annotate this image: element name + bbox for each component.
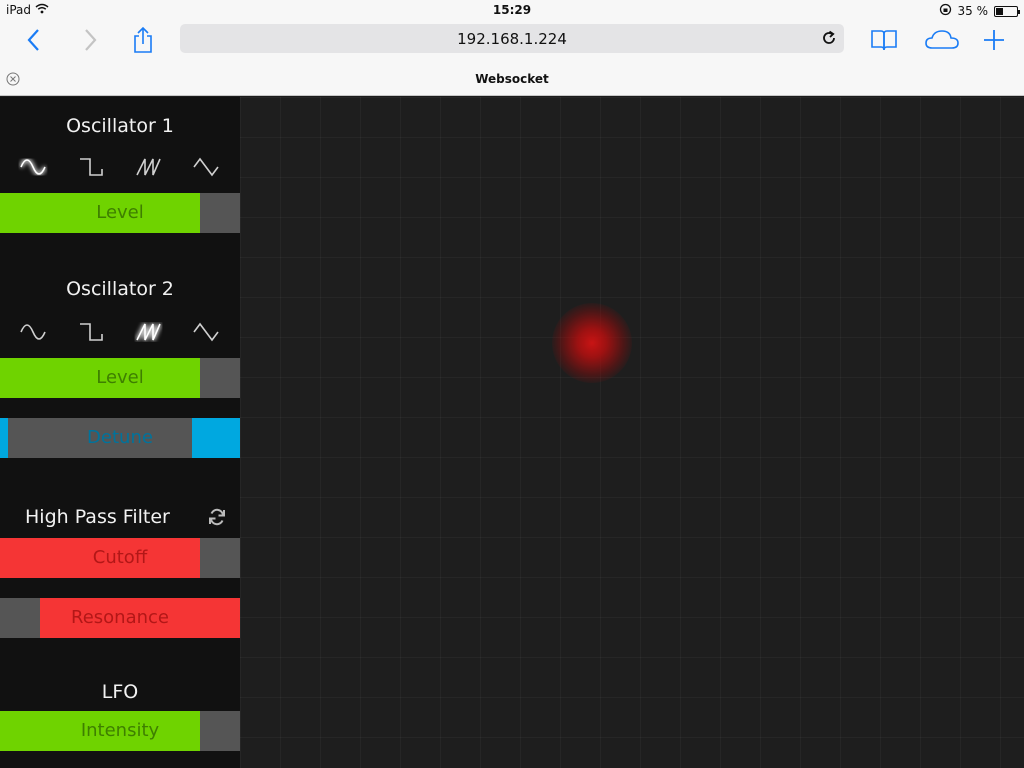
refresh-icon: [209, 508, 225, 526]
new-tab-button[interactable]: [978, 24, 1010, 56]
reload-icon[interactable]: [820, 29, 838, 47]
status-bar: iPad 15:29 35 %: [0, 0, 1024, 20]
osc2-detune-slider[interactable]: Detune: [0, 418, 240, 458]
lfo-intensity-slider[interactable]: Intensity: [0, 711, 240, 751]
tab-strip: Websocket: [0, 60, 1024, 96]
hpf-reset-button[interactable]: [206, 506, 228, 528]
chevron-left-icon: [27, 29, 39, 51]
forward-button[interactable]: [74, 24, 106, 56]
url-text: 192.168.1.224: [457, 29, 567, 48]
chevron-right-icon: [85, 29, 97, 51]
battery-icon: [994, 5, 1020, 17]
slider-label: Intensity: [80, 720, 160, 741]
browser-toolbar: 192.168.1.224: [0, 20, 1024, 60]
lfo-title: LFO: [101, 681, 139, 703]
slider-label: Resonance: [71, 607, 169, 628]
osc2-sawtooth-wave-icon[interactable]: [130, 314, 166, 350]
osc1-waveform-selector: [0, 149, 240, 185]
battery-percent: 35 %: [957, 4, 989, 18]
osc2-triangle-wave-icon[interactable]: [188, 314, 224, 350]
slider-label: Detune: [87, 427, 153, 448]
clock: 15:29: [492, 3, 532, 17]
touch-point-indicator[interactable]: [552, 303, 632, 383]
hpf-resonance-slider[interactable]: Resonance: [0, 598, 240, 638]
icloud-tabs-button[interactable]: [922, 24, 962, 56]
address-bar[interactable]: 192.168.1.224: [180, 24, 844, 53]
osc1-sawtooth-wave-icon[interactable]: [130, 149, 166, 185]
share-icon: [134, 26, 152, 53]
osc1-square-wave-icon[interactable]: [73, 149, 109, 185]
synth-panel: Oscillator 1 Level Oscillator 2 Level De…: [0, 97, 240, 768]
osc1-title: Oscillator 1: [66, 115, 174, 137]
tab-title[interactable]: Websocket: [0, 72, 1024, 86]
hpf-title: High Pass Filter: [25, 506, 170, 528]
osc2-square-wave-icon[interactable]: [73, 314, 109, 350]
hpf-cutoff-slider[interactable]: Cutoff: [0, 538, 240, 578]
back-button[interactable]: [18, 24, 50, 56]
rotation-lock-icon: [939, 3, 952, 19]
cloud-icon: [925, 30, 959, 49]
osc2-waveform-selector: [0, 314, 240, 350]
osc2-title: Oscillator 2: [66, 278, 174, 300]
plus-icon: [984, 30, 1004, 50]
osc2-level-slider[interactable]: Level: [0, 358, 240, 398]
xy-touch-pad[interactable]: [240, 97, 1024, 768]
slider-label: Level: [96, 367, 144, 388]
slider-label: Cutoff: [92, 547, 148, 568]
osc1-level-slider[interactable]: Level: [0, 193, 240, 233]
bookmarks-button[interactable]: [868, 24, 900, 56]
slider-label: Level: [96, 202, 144, 223]
osc1-sine-wave-icon[interactable]: [15, 149, 51, 185]
book-icon: [871, 30, 897, 51]
share-button[interactable]: [127, 24, 159, 56]
osc1-triangle-wave-icon[interactable]: [188, 149, 224, 185]
osc2-sine-wave-icon[interactable]: [15, 314, 51, 350]
